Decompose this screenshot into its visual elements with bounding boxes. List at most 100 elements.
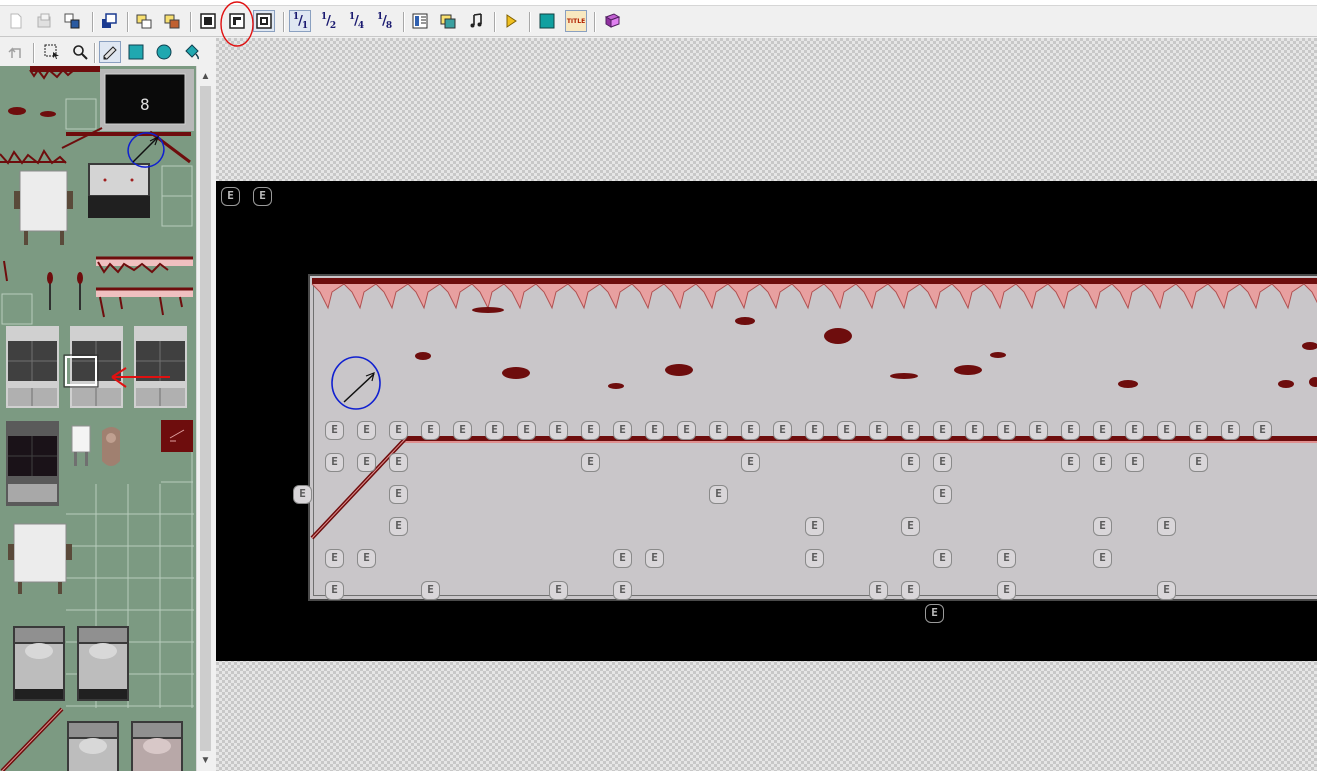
event-marker[interactable]: E xyxy=(325,581,344,600)
select-tool-button[interactable] xyxy=(41,41,63,63)
lower-layer-button[interactable] xyxy=(197,10,219,32)
zoom-tool-button[interactable] xyxy=(69,41,91,63)
event-marker[interactable]: E xyxy=(421,581,440,600)
event-marker[interactable]: E xyxy=(805,549,824,568)
scroll-up-arrow-icon[interactable]: ▲ xyxy=(197,68,214,85)
event-marker[interactable]: E xyxy=(901,453,920,472)
ellipse-tool-button[interactable] xyxy=(153,41,175,63)
scroll-down-arrow-icon[interactable]: ▼ xyxy=(197,752,214,769)
scroll-thumb[interactable] xyxy=(200,86,211,751)
event-marker[interactable]: E xyxy=(997,581,1016,600)
event-marker[interactable]: E xyxy=(549,581,568,600)
event-marker[interactable]: E xyxy=(933,549,952,568)
event-marker[interactable]: E xyxy=(741,453,760,472)
event-marker[interactable]: E xyxy=(901,421,920,440)
event-marker[interactable]: E xyxy=(453,421,472,440)
event-marker[interactable]: E xyxy=(1061,421,1080,440)
event-marker[interactable]: E xyxy=(389,517,408,536)
export-material-button[interactable] xyxy=(161,10,183,32)
palette-vertical-scrollbar[interactable]: ▲ ▼ xyxy=(196,66,214,771)
event-marker[interactable]: E xyxy=(965,421,984,440)
event-marker[interactable]: E xyxy=(901,517,920,536)
event-marker[interactable]: E xyxy=(1221,421,1240,440)
event-marker[interactable]: E xyxy=(997,549,1016,568)
event-marker[interactable]: E xyxy=(1061,453,1080,472)
event-marker[interactable]: E xyxy=(773,421,792,440)
event-marker[interactable]: E xyxy=(933,485,952,504)
event-marker[interactable]: E xyxy=(645,421,664,440)
event-marker[interactable]: E xyxy=(325,549,344,568)
fullscreen-button[interactable] xyxy=(536,10,558,32)
title-screen-button[interactable]: TITLE xyxy=(565,10,587,32)
event-marker[interactable]: E xyxy=(933,421,952,440)
event-marker[interactable]: E xyxy=(325,421,344,440)
create-game-disk-button[interactable] xyxy=(98,10,120,32)
music-button[interactable] xyxy=(465,10,487,32)
event-marker[interactable]: E xyxy=(925,604,944,623)
event-marker[interactable]: E xyxy=(805,421,824,440)
zoom-1-4-button[interactable]: 1/4 xyxy=(345,10,367,32)
material-base-button[interactable] xyxy=(437,10,459,32)
event-marker[interactable]: E xyxy=(325,453,344,472)
event-marker[interactable]: E xyxy=(1157,581,1176,600)
undo-button[interactable] xyxy=(5,41,27,63)
event-marker[interactable]: E xyxy=(357,549,376,568)
event-marker[interactable]: E xyxy=(517,421,536,440)
event-marker[interactable]: E xyxy=(1093,453,1112,472)
zoom-1-1-button[interactable]: 1/1 xyxy=(289,10,311,32)
event-marker[interactable]: E xyxy=(581,421,600,440)
event-marker[interactable]: E xyxy=(837,421,856,440)
test-play-button[interactable] xyxy=(500,10,522,32)
event-marker[interactable]: E xyxy=(613,581,632,600)
tileset-palette[interactable]: 8 xyxy=(0,66,196,771)
event-marker[interactable]: E xyxy=(421,421,440,440)
pencil-tool-button[interactable] xyxy=(99,41,121,63)
event-marker[interactable]: E xyxy=(549,421,568,440)
event-marker[interactable]: E xyxy=(357,453,376,472)
fill-tool-button[interactable] xyxy=(181,41,203,63)
event-marker[interactable]: E xyxy=(709,421,728,440)
zoom-1-8-button[interactable]: 1/8 xyxy=(373,10,395,32)
open-project-button[interactable] xyxy=(33,10,55,32)
event-marker[interactable]: E xyxy=(901,581,920,600)
new-project-button[interactable] xyxy=(5,10,27,32)
event-marker[interactable]: E xyxy=(1157,517,1176,536)
event-marker[interactable]: E xyxy=(1189,453,1208,472)
event-marker[interactable]: E xyxy=(1093,421,1112,440)
event-marker[interactable]: E xyxy=(997,421,1016,440)
event-marker[interactable]: E xyxy=(1253,421,1272,440)
event-marker[interactable]: E xyxy=(805,517,824,536)
event-marker[interactable]: E xyxy=(581,453,600,472)
event-marker[interactable]: E xyxy=(1157,421,1176,440)
event-marker[interactable]: E xyxy=(1189,421,1208,440)
event-marker[interactable]: E xyxy=(1125,421,1144,440)
zoom-1-2-button[interactable]: 1/2 xyxy=(317,10,339,32)
event-marker[interactable]: E xyxy=(709,485,728,504)
event-marker[interactable]: E xyxy=(1029,421,1048,440)
event-marker[interactable]: E xyxy=(645,549,664,568)
event-marker[interactable]: E xyxy=(485,421,504,440)
database-button[interactable] xyxy=(409,10,431,32)
event-marker[interactable]: E xyxy=(389,421,408,440)
event-layer-button[interactable] xyxy=(253,10,275,32)
rectangle-tool-button[interactable] xyxy=(125,41,147,63)
event-marker[interactable]: E xyxy=(389,453,408,472)
map-editor-canvas[interactable]: E E E EEEEEEEEEEEEEEEEEEEEEEEEEEEEEEEEEE… xyxy=(216,38,1317,771)
import-material-button[interactable] xyxy=(133,10,155,32)
event-marker[interactable]: E xyxy=(1093,517,1112,536)
event-marker[interactable]: E xyxy=(357,421,376,440)
help-button[interactable] xyxy=(601,10,623,32)
event-marker[interactable]: E xyxy=(613,549,632,568)
event-marker[interactable]: E xyxy=(613,421,632,440)
event-marker[interactable]: E xyxy=(741,421,760,440)
upper-layer-button[interactable] xyxy=(226,10,248,32)
event-marker[interactable]: E xyxy=(293,485,312,504)
event-marker[interactable]: E xyxy=(933,453,952,472)
event-marker[interactable]: E xyxy=(869,581,888,600)
event-marker[interactable]: E xyxy=(389,485,408,504)
event-marker[interactable]: E xyxy=(1093,549,1112,568)
event-marker[interactable]: E xyxy=(677,421,696,440)
event-marker[interactable]: E xyxy=(869,421,888,440)
close-project-button[interactable] xyxy=(61,10,83,32)
event-marker[interactable]: E xyxy=(1125,453,1144,472)
